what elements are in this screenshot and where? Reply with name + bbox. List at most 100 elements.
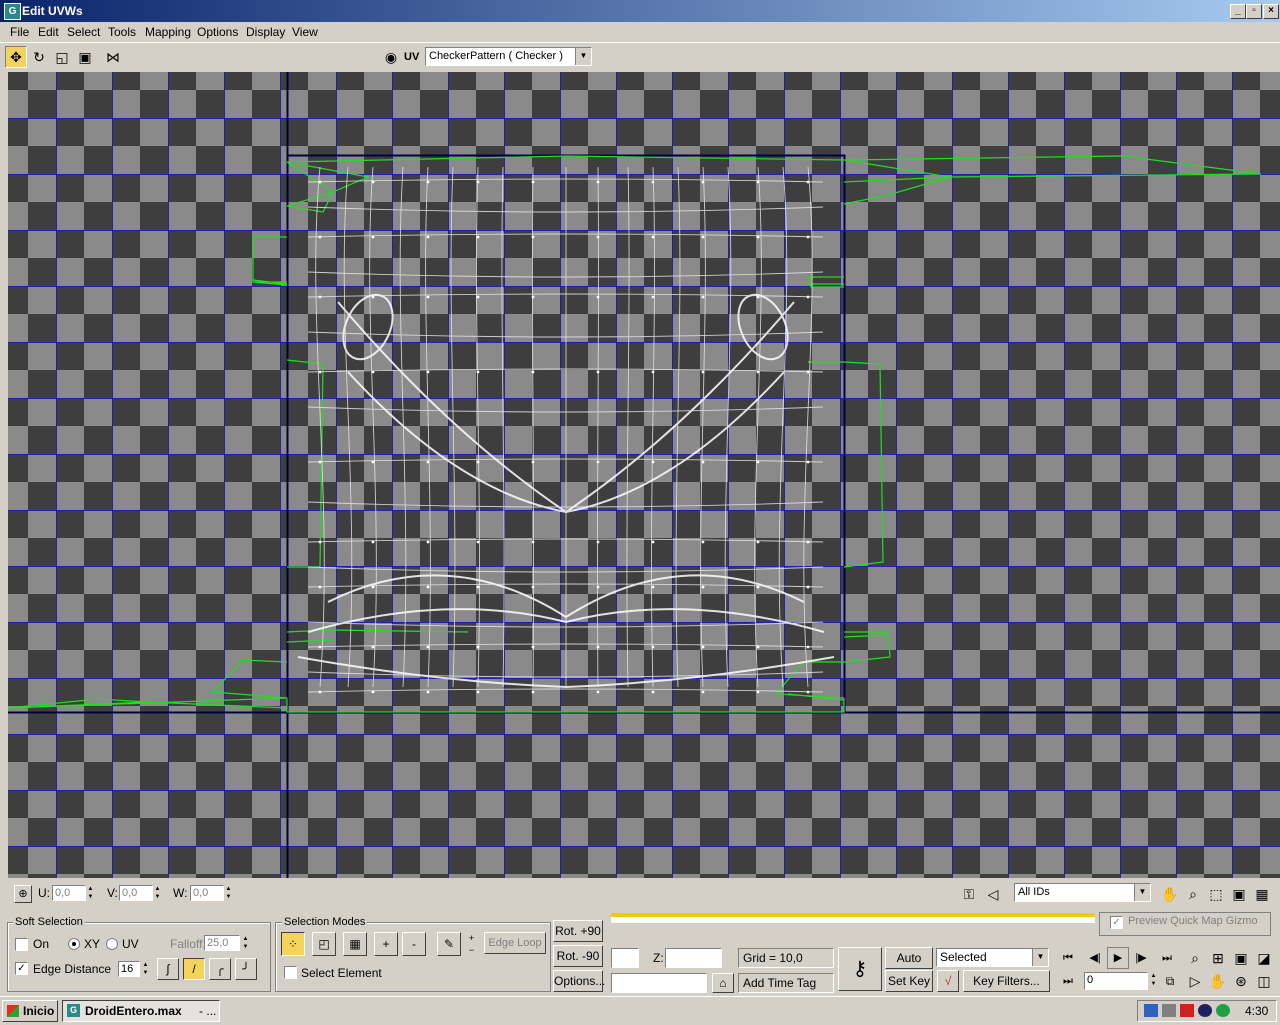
menu-options[interactable]: Options [197,25,238,39]
maximize-viewport-icon[interactable]: ◫ [1253,970,1275,992]
edge-mode-icon[interactable]: ◰ [312,932,336,956]
next-frame-icon[interactable]: |▶ [1130,947,1152,969]
pan-icon[interactable]: ✋ [1159,883,1181,905]
taskbar-item-droid[interactable]: G DroidEntero.max - ... [62,1000,220,1022]
key-mode-icon[interactable]: ⏭ [1057,970,1079,992]
zoom-region-icon[interactable]: ⬚ [1205,883,1227,905]
set-key-mode-icon[interactable]: ⚷ [838,947,882,991]
rot-minus-90-button[interactable]: Rot. -90 [553,945,603,967]
set-key-button[interactable]: Set Key [885,970,933,992]
edge-distance-field[interactable]: 16 [118,961,140,977]
menu-edit[interactable]: Edit [38,25,59,39]
rotate-tool-icon[interactable]: ↻ [28,46,50,68]
frame-field[interactable]: 0 [1084,972,1148,990]
pan-view-icon[interactable]: ✋ [1207,970,1229,992]
key-filters-button[interactable]: Key Filters... [963,970,1050,992]
zoom-extents-icon[interactable]: ▣ [1228,883,1250,905]
prev-frame-icon[interactable]: ◀| [1084,947,1106,969]
menu-file[interactable]: File [10,25,29,39]
frame-spinner[interactable]: ▲ ▼ [1149,972,1158,988]
soft-selection-group [7,922,271,992]
add-time-tag-box[interactable]: Add Time Tag [738,973,834,993]
shrink-selection-button[interactable]: - [402,932,426,956]
select-element-checkbox[interactable] [284,966,297,979]
chevron-down-icon: ▼ [1032,949,1048,966]
zoom-icon[interactable]: ⌕ [1182,883,1204,905]
falloff-linear-icon[interactable]: / [183,958,205,980]
ids-select[interactable]: All IDs ▼ [1014,883,1151,902]
edge-distance-spinner[interactable]: ▲ ▼ [141,961,150,977]
time-tag-icon[interactable]: ⌂ [712,973,734,993]
move-tool-icon[interactable]: ✥ [5,46,27,68]
freeform-tool-icon[interactable]: ▣ [74,46,96,68]
grid-box: Grid = 10,0 [738,948,834,968]
volume-icon[interactable] [1162,1004,1176,1017]
start-button[interactable]: Inicio [2,1000,58,1022]
maximize-button[interactable]: ▫ [1246,4,1262,19]
preview-quickmap-box: ✓ Preview Quick Map Gizmo [1099,912,1271,936]
lock-selection-icon[interactable]: ⚿ [958,883,980,905]
time-config-icon[interactable]: ⧉ [1159,970,1181,992]
time-slider-track[interactable] [611,913,1095,923]
grow-selection-button[interactable]: + [374,932,398,956]
zoom-extents-selected-icon[interactable]: ▣ [1230,947,1252,969]
menu-view[interactable]: View [292,25,318,39]
key-tangent-icon[interactable]: √ [937,970,959,992]
w-spinner[interactable]: ▲ ▼ [224,885,233,901]
paint-select-icon[interactable]: ✎ [437,932,461,956]
hide-icon[interactable]: ◁ [982,883,1004,905]
media-icon[interactable] [1198,1004,1212,1017]
map-select[interactable]: CheckerPattern ( Checker ) ▼ [425,47,592,66]
soft-on-checkbox[interactable] [15,938,28,951]
z-field[interactable] [665,948,722,968]
zoom-all-icon[interactable]: ⊞ [1207,947,1229,969]
v-spinner[interactable]: ▲ ▼ [153,885,162,901]
antivirus-icon[interactable] [1180,1004,1194,1017]
u-field[interactable]: 0,0 [52,885,86,901]
u-spinner[interactable]: ▲ ▼ [86,885,95,901]
zoom-extents-all-icon[interactable]: ◪ [1253,947,1275,969]
falloff-smooth-icon[interactable]: ∫ [157,958,179,980]
falloff-spinner[interactable]: ▲ ▼ [241,935,250,951]
texture-icon[interactable]: ◉ [380,46,402,68]
mirror-tool-icon[interactable]: ⋈ [102,46,124,68]
menu-display[interactable]: Display [246,25,285,39]
network-icon[interactable] [1144,1004,1158,1017]
w-field[interactable]: 0,0 [190,885,224,901]
minimize-button[interactable]: _ [1230,4,1246,19]
rot-plus-90-button[interactable]: Rot. +90 [553,920,603,942]
falloff-slowout-icon[interactable]: ╭ [209,958,231,980]
preview-quickmap-checkbox[interactable]: ✓ [1110,916,1123,929]
auto-key-button[interactable]: Auto Key [885,947,933,985]
field-of-view-icon[interactable]: ▷ [1184,970,1206,992]
status-field-1[interactable] [611,948,639,968]
edge-distance-checkbox[interactable]: ✓ [15,962,28,975]
update-icon[interactable] [1216,1004,1230,1017]
options-button[interactable]: Options... [553,970,605,992]
play-icon[interactable]: ▶ [1107,947,1129,969]
uv-viewport[interactable] [8,72,1280,878]
close-button[interactable]: × [1263,4,1279,19]
zoom-viewport-icon[interactable]: ⌕ [1184,947,1206,969]
face-mode-icon[interactable]: ▦ [343,932,367,956]
falloff-field[interactable]: 25,0 [204,935,240,951]
uv-radio[interactable] [106,938,118,950]
key-set-select[interactable]: Selected ▼ [936,948,1049,967]
falloff-fastout-icon[interactable]: ╯ [235,958,257,980]
xy-radio[interactable] [68,938,80,950]
goto-end-icon[interactable]: ⏭ [1156,947,1178,969]
goto-start-icon[interactable]: ⏮ [1057,947,1079,969]
orbit-icon[interactable]: ⊛ [1230,970,1252,992]
vertex-mode-icon[interactable]: ⁘ [281,932,305,956]
absolute-mode-icon[interactable]: ⊕ [14,885,32,903]
v-field[interactable]: 0,0 [119,885,153,901]
show-map-icon[interactable]: ▦ [1251,883,1273,905]
menu-tools[interactable]: Tools [108,25,136,39]
uv-canvas[interactable] [8,72,1280,878]
menu-mapping[interactable]: Mapping [145,25,191,39]
toolbar: ✥ ↻ ◱ ▣ ⋈ ◉ UV CheckerPattern ( Checker … [0,42,1280,71]
menu-select[interactable]: Select [67,25,100,39]
edge-loop-button[interactable]: Edge Loop [484,932,546,954]
scale-tool-icon[interactable]: ◱ [51,46,73,68]
paint-size-spinner[interactable]: + − [467,932,476,956]
